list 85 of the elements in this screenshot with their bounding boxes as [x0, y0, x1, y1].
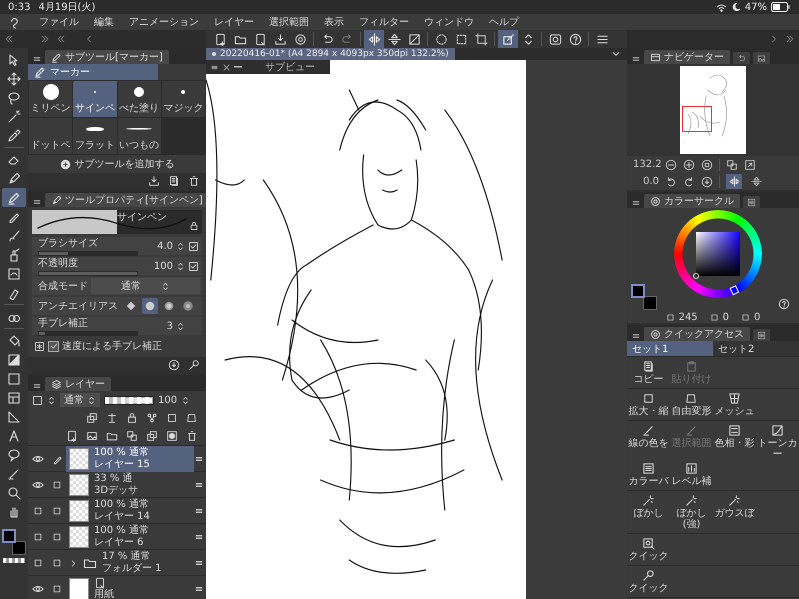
menu-item[interactable]: 表示 — [317, 15, 351, 29]
subtool-item[interactable]: ドットペ — [29, 118, 72, 154]
property-label: 不透明度 — [38, 256, 79, 270]
menu-item[interactable]: 選択範囲 — [262, 15, 316, 29]
quick-access-item[interactable]: ガウスぼ — [713, 493, 756, 531]
menu-item[interactable]: ウィンドウ — [417, 15, 481, 29]
layer-name: レイヤー 14 — [94, 511, 150, 523]
layer-row[interactable]: 100 % 通常 レイヤー 14 — [66, 498, 194, 524]
menu-item[interactable]: 編集 — [87, 15, 121, 29]
layer-name: レイヤー 15 — [94, 459, 150, 471]
panel-tab[interactable]: レイヤー — [45, 377, 111, 391]
color-value: 0 — [754, 312, 760, 323]
subview-title: サブビュー — [265, 60, 315, 74]
set-tab[interactable]: セット2 — [713, 341, 799, 356]
panel-tab[interactable]: ツールプロパティ[サインペン] — [45, 193, 206, 207]
layer-opacity: 100 % — [94, 447, 126, 458]
quick-access-item[interactable]: 拡大・縮 — [627, 391, 670, 418]
panel-tab[interactable]: クイックアクセス — [644, 327, 750, 341]
layer-blend-mode: 通常 — [130, 551, 151, 562]
property-label: ブラシサイズ — [38, 236, 99, 250]
panel-tab[interactable]: ナビゲーター — [644, 50, 730, 64]
menu-item[interactable]: ヘルプ — [482, 15, 526, 29]
menu-item[interactable]: ファイル — [32, 15, 86, 29]
subtool-item[interactable]: フラット — [73, 118, 116, 154]
quick-access-item[interactable]: 自由変形 — [670, 391, 713, 418]
menu-item[interactable]: レイヤー — [207, 15, 261, 29]
status-date: 4月19日(火) — [38, 0, 96, 14]
layer-name: 用紙 — [94, 589, 114, 599]
layer-name: レイヤー 6 — [94, 537, 145, 549]
quick-access-item[interactable]: カラーバ — [627, 461, 670, 488]
set-tab[interactable]: セット1 — [627, 341, 713, 356]
zoom-value: 132.2 — [633, 159, 659, 170]
color-value: 245 — [678, 312, 698, 323]
quick-access-item[interactable]: クイック — [627, 536, 670, 563]
subtool-item[interactable]: サインペ — [73, 81, 116, 117]
menu-item[interactable]: アニメーション — [122, 15, 206, 29]
subtool-item[interactable]: べた塗り — [118, 81, 161, 117]
quick-access-item[interactable]: トーンカー — [756, 423, 799, 461]
subtool-group[interactable]: マーカー — [28, 64, 158, 80]
property-value: 100 — [154, 260, 173, 272]
quick-access-item[interactable]: 色相・彩 — [713, 423, 756, 461]
quick-access-item[interactable]: レベル補 — [670, 461, 713, 488]
layer-row[interactable]: 100 % 通常 レイヤー 15 — [66, 446, 194, 472]
quick-access-item[interactable]: 線の色を — [627, 423, 670, 461]
layer-opacity: 17 % — [102, 551, 128, 562]
subtool-item[interactable]: マジック — [162, 81, 205, 117]
property-value: 3 — [166, 320, 173, 332]
layer-row[interactable]: 用紙 — [66, 576, 194, 599]
layer-row[interactable]: 33 % 通 3Dデッサ — [66, 472, 194, 498]
menu-item[interactable]: フィルター — [352, 15, 416, 29]
layer-blend-mode: 通常 — [128, 525, 149, 536]
layer-name: 3Dデッサ — [94, 485, 138, 497]
property-label: 合成モード — [38, 280, 88, 293]
layer-name: フォルダー 1 — [102, 563, 162, 575]
panel-tab[interactable]: サブツール[マーカー] — [45, 50, 169, 64]
layer-opacity: 33 % — [94, 473, 120, 484]
panel-tab[interactable]: カラーサークル — [644, 194, 740, 208]
add-subtool-button[interactable]: サブツールを追加する — [28, 155, 206, 173]
status-time: 0:33 — [8, 2, 30, 12]
layer-row[interactable]: 17 % 通常 フォルダー 1 — [66, 550, 194, 576]
layer-blend-mode: 通常 — [128, 447, 149, 458]
layer-opacity: 100 % — [94, 525, 126, 536]
subtool-item[interactable]: いつもの — [118, 118, 161, 154]
preset-label: サインペン — [117, 211, 167, 225]
document-tab[interactable]: 20220416-01* (A4 2894 x 4093px 350dpi 132.2%) — [206, 48, 455, 60]
quick-access-item[interactable]: メッシュ — [713, 391, 756, 418]
layer-opacity-value: 100 — [158, 394, 178, 406]
quick-access-item[interactable]: ぼかし(強) — [670, 493, 713, 531]
quick-access-item[interactable]: コピー — [627, 359, 670, 386]
layer-row[interactable]: 100 % 通常 レイヤー 6 — [66, 524, 194, 550]
layer-blend-mode: 通常 — [128, 499, 149, 510]
subtool-item[interactable]: ミリペン — [29, 81, 72, 117]
checkbox-label: 速度による手ブレ補正 — [62, 340, 162, 353]
color-value: 0 — [722, 312, 730, 323]
blend-mode-select[interactable]: 通常 — [91, 278, 200, 294]
quick-access-item[interactable]: クイック — [627, 568, 670, 595]
battery-percent: 47% — [744, 2, 767, 12]
property-label: 手ブレ補正 — [38, 316, 89, 330]
quick-access-item[interactable]: ぼかし — [627, 493, 670, 531]
property-label: アンチエイリアス — [38, 300, 119, 313]
property-value: 4.0 — [157, 240, 173, 252]
blend-mode-select[interactable]: 通常 — [60, 393, 100, 407]
layer-blend-mode: 通 — [122, 473, 133, 484]
rotation-value: 0.0 — [642, 176, 659, 187]
layer-opacity: 100 % — [94, 499, 126, 510]
